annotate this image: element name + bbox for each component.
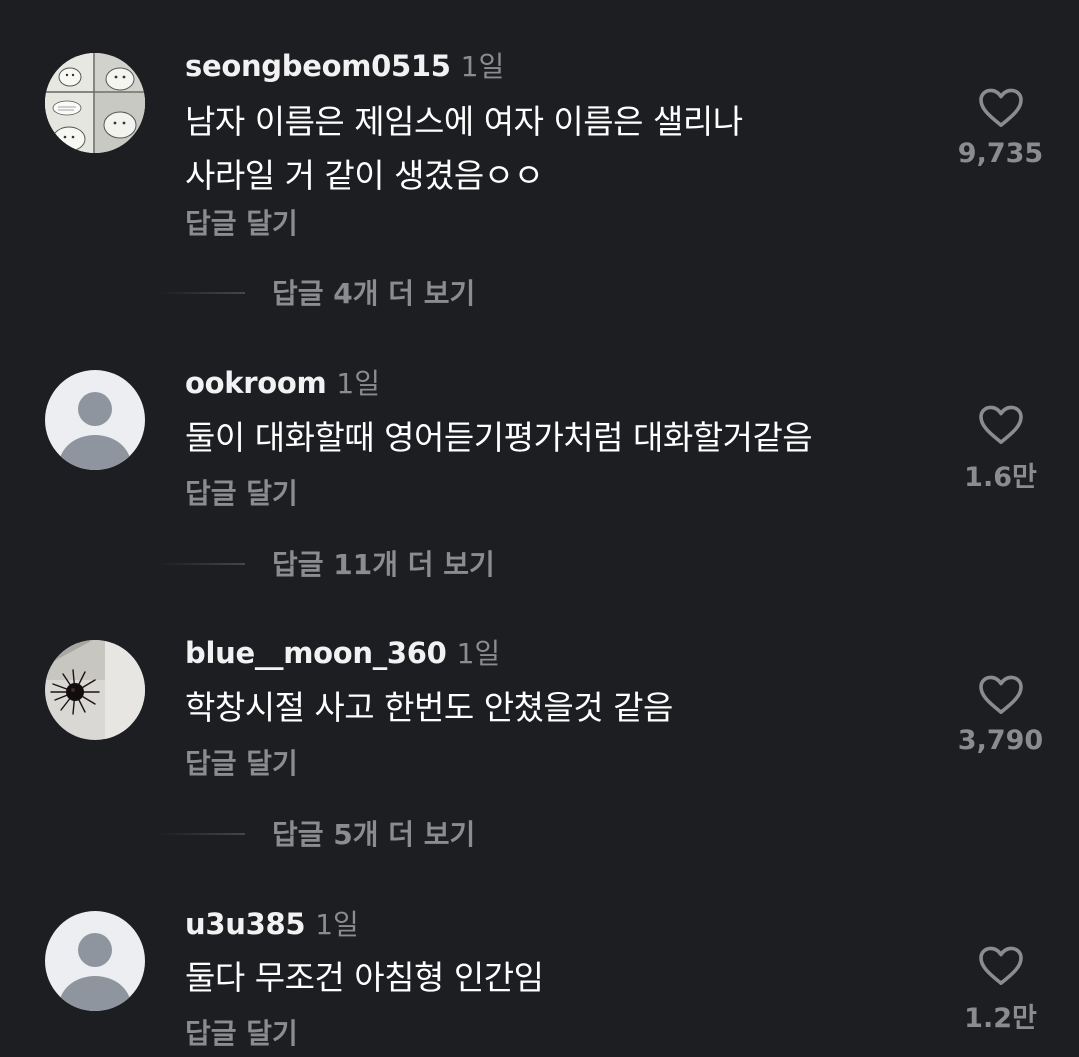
timestamp: 1일 — [336, 367, 380, 400]
sea-urchin-avatar-image — [45, 640, 145, 740]
like-button[interactable]: 3,790 — [948, 675, 1053, 756]
heart-outline-icon[interactable] — [978, 88, 1024, 128]
reply-button[interactable]: 답글 달기 — [185, 742, 298, 782]
heart-outline-icon[interactable] — [978, 405, 1024, 445]
username[interactable]: seongbeom0515 — [185, 49, 451, 83]
comment-header: u3u385 1일 — [185, 903, 359, 941]
comment-text: 학창시절 사고 한번도 안쳤을것 같음 — [185, 681, 925, 735]
view-more-replies-button[interactable]: 답글 11개 더 보기 — [272, 543, 495, 583]
timestamp: 1일 — [315, 908, 359, 941]
reply-button[interactable]: 답글 달기 — [185, 472, 298, 512]
view-more-replies-button[interactable]: 답글 4개 더 보기 — [272, 272, 475, 312]
like-button[interactable]: 1.2만 — [948, 946, 1053, 1035]
username[interactable]: ookroom — [185, 366, 327, 400]
heart-outline-icon[interactable] — [978, 675, 1024, 715]
view-more-replies-button[interactable]: 답글 5개 더 보기 — [272, 813, 475, 853]
comment-header: ookroom 1일 — [185, 362, 380, 400]
divider — [160, 563, 245, 565]
comment-text-line: 둘다 무조건 아침형 인간임 — [185, 958, 544, 997]
like-count: 3,790 — [957, 725, 1044, 756]
divider — [160, 833, 245, 835]
avatar[interactable] — [45, 53, 145, 153]
avatar[interactable] — [45, 911, 145, 1011]
seal-comic-avatar-image — [45, 53, 145, 153]
comment-text-line: 둘이 대화할때 영어듣기평가처럼 대화할거같음 — [185, 418, 813, 457]
avatar[interactable] — [45, 370, 145, 470]
heart-outline-icon[interactable] — [978, 946, 1024, 986]
divider — [160, 292, 245, 294]
comment-header: blue__moon_360 1일 — [185, 632, 501, 670]
username[interactable]: blue__moon_360 — [185, 636, 447, 670]
default-avatar-icon — [78, 392, 112, 426]
like-count: 1.6만 — [964, 462, 1037, 493]
comment-text: 둘다 무조건 아침형 인간임 — [185, 951, 925, 1005]
comment-text: 남자 이름은 제임스에 여자 이름은 샐리나 사라일 거 같이 생겼음ㅇㅇ — [185, 95, 925, 203]
username[interactable]: u3u385 — [185, 907, 306, 941]
like-count: 9,735 — [957, 138, 1044, 169]
view-more-replies: 답글 5개 더 보기 — [0, 813, 1079, 853]
comment-header: seongbeom0515 1일 — [185, 45, 505, 83]
comment-text: 둘이 대화할때 영어듣기평가처럼 대화할거같음 — [185, 411, 925, 465]
timestamp: 1일 — [460, 50, 505, 83]
comment-text-line: 학창시절 사고 한번도 안쳤을것 같음 — [185, 688, 673, 727]
default-avatar-icon — [78, 933, 112, 967]
reply-button[interactable]: 답글 달기 — [185, 1012, 298, 1052]
view-more-replies: 답글 11개 더 보기 — [0, 543, 1079, 583]
like-button[interactable]: 1.6만 — [948, 405, 1053, 494]
timestamp: 1일 — [456, 637, 501, 670]
avatar[interactable] — [45, 640, 145, 740]
view-more-replies: 답글 4개 더 보기 — [0, 272, 1079, 312]
comment-text-line: 사라일 거 같이 생겼음ㅇㅇ — [185, 156, 544, 195]
like-button[interactable]: 9,735 — [948, 88, 1053, 169]
comment-text-line: 남자 이름은 제임스에 여자 이름은 샐리나 — [185, 102, 743, 141]
reply-button[interactable]: 답글 달기 — [185, 202, 298, 242]
like-count: 1.2만 — [964, 1003, 1037, 1034]
